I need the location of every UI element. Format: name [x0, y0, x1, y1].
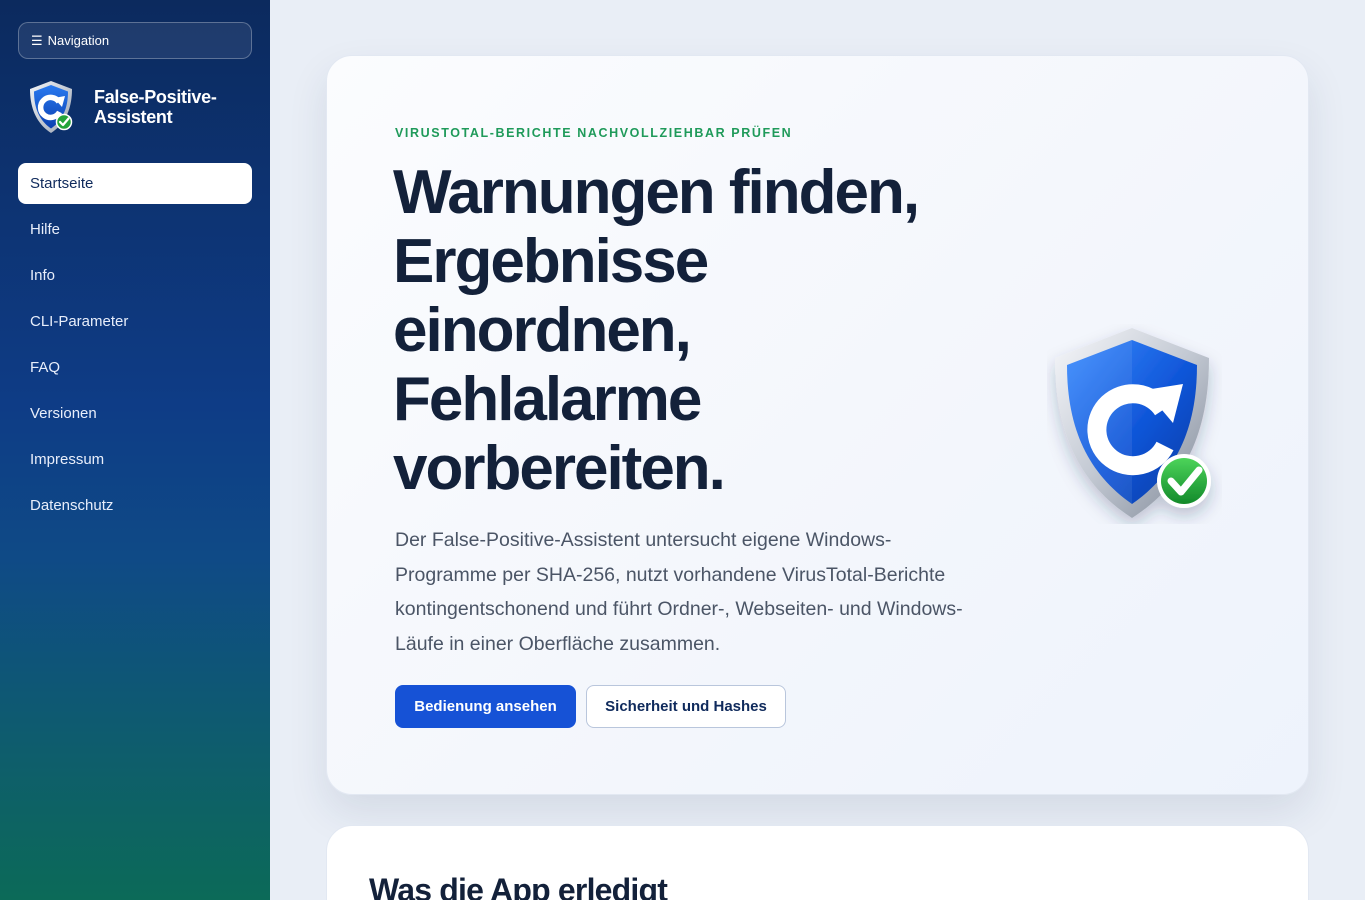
- features-card: Was die App erledigt: [326, 825, 1309, 900]
- sidebar-item-impressum[interactable]: Impressum: [18, 439, 252, 480]
- sidebar-item-datenschutz[interactable]: Datenschutz: [18, 485, 252, 526]
- hero-card: VIRUSTOTAL-BERICHTE NACHVOLLZIEHBAR PRÜF…: [326, 55, 1309, 795]
- shield-refresh-check-icon: [30, 81, 73, 133]
- brand-name: False-Positive-Assistent: [94, 87, 217, 127]
- hero-eyebrow: VIRUSTOTAL-BERICHTE NACHVOLLZIEHBAR PRÜF…: [395, 126, 793, 140]
- navigation-toggle-label: Navigation: [47, 33, 110, 48]
- navigation-toggle-button[interactable]: ☰ Navigation: [18, 22, 252, 59]
- section-title: Was die App erledigt: [369, 872, 668, 900]
- sidebar-item-hilfe[interactable]: Hilfe: [18, 209, 252, 250]
- brand[interactable]: False-Positive-Assistent: [26, 78, 256, 136]
- sidebar-item-faq[interactable]: FAQ: [18, 347, 252, 388]
- sidebar-item-startseite[interactable]: Startseite: [18, 163, 252, 204]
- menu-icon: ☰: [31, 33, 43, 48]
- sidebar-nav: Startseite Hilfe Info CLI-Parameter FAQ …: [18, 163, 252, 531]
- sidebar-item-versionen[interactable]: Versionen: [18, 393, 252, 434]
- hero-title: Warnungen finden, Ergebnisse einordnen, …: [393, 158, 920, 503]
- sidebar: ☰ Navigation False-Positive-Assistent St…: [0, 0, 270, 900]
- hero-description: Der False-Positive-Assistent untersucht …: [395, 529, 963, 655]
- sidebar-item-cli-parameter[interactable]: CLI-Parameter: [18, 301, 252, 342]
- bedienung-ansehen-button[interactable]: Bedienung ansehen: [395, 685, 576, 728]
- shield-refresh-check-icon: [1055, 328, 1211, 518]
- sicherheit-und-hashes-button[interactable]: Sicherheit und Hashes: [586, 685, 786, 728]
- sidebar-item-info[interactable]: Info: [18, 255, 252, 296]
